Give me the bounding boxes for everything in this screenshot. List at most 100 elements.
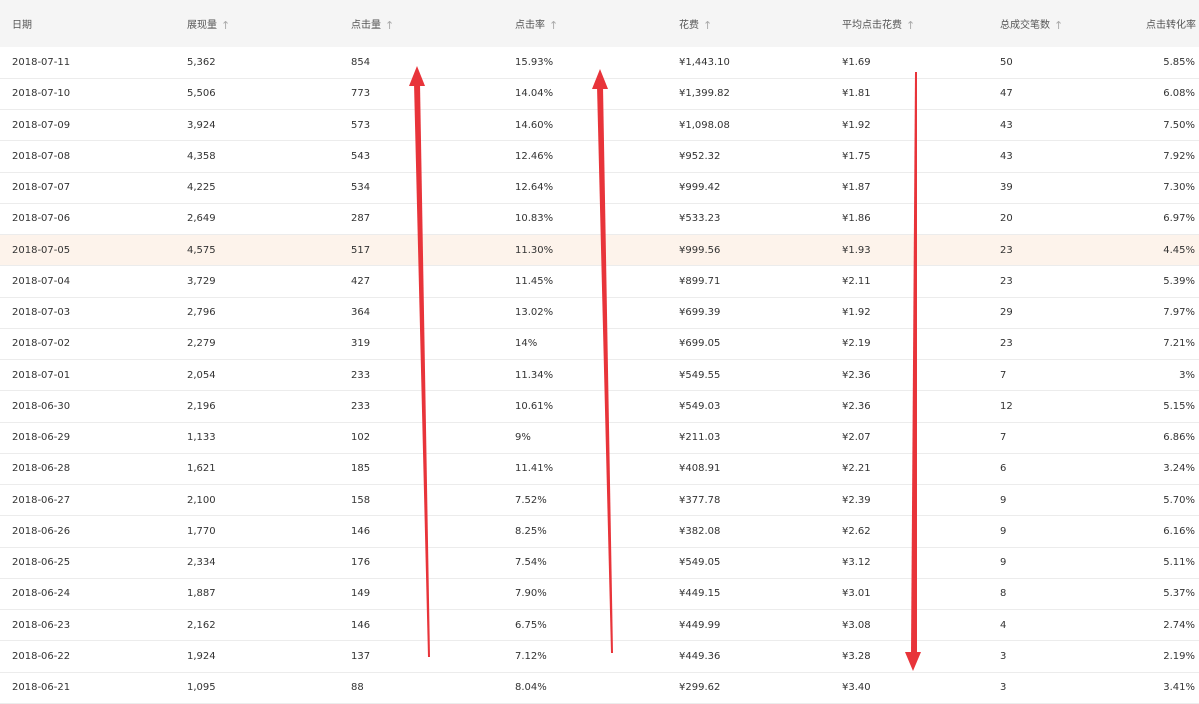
table-row[interactable]: 2018-06-23 2,162 146 6.75% ¥449.99 ¥3.08 4 2.74… (0, 610, 1199, 641)
table-row[interactable]: 2018-06-25 2,334 176 7.54% ¥549.05 ¥3.12 9 5.11… (0, 547, 1199, 579)
table-row[interactable]: 2018-07-07 4,225 534 12.64% ¥999.42 ¥1.87 39 7.… (0, 172, 1199, 204)
table-row[interactable]: 2018-06-24 1,887 149 7.90% ¥449.15 ¥3.01 8 5.37… (0, 578, 1199, 610)
table-cell: 29 (1000, 307, 1013, 319)
table-cell: 4,225 (187, 182, 216, 194)
table-cell: ¥952.32 (679, 150, 721, 162)
table-row[interactable]: 2018-07-03 2,796 364 13.02% ¥699.39 ¥1.92 29 7.… (0, 297, 1199, 329)
table-cell: 149 (351, 588, 371, 600)
column-header-label: 花费 (679, 19, 699, 31)
table-cell: 7 (1000, 369, 1007, 381)
column-header-4[interactable]: 花费 ↑ (667, 0, 830, 47)
table-header: 日期 展现量 ↑ 点击量 ↑ 点击率 ↑ 花费 ↑ 平均点击花费 ↑ 总成交笔数 ↑ 点击转化率 (0, 0, 1199, 47)
table-row[interactable]: 2018-07-10 5,506 773 14.04% ¥1,399.82 ¥1.81 47… (0, 78, 1199, 110)
column-header-label: 点击量 (351, 19, 381, 31)
table-cell: 6 (1000, 463, 1007, 475)
table-cell: 534 (351, 182, 371, 194)
table-cell: 1,621 (187, 463, 216, 475)
table-cell: 5.11% (1163, 557, 1195, 569)
table-cell: ¥3.12 (842, 557, 871, 569)
table-cell: 2018-07-08 (12, 150, 71, 162)
column-header-1[interactable]: 展现量 ↑ (175, 0, 339, 47)
table-row[interactable]: 2018-06-21 1,095 88 8.04% ¥299.62 ¥3.40 3 3.41% (0, 672, 1199, 704)
table-row[interactable]: 2018-06-29 1,133 102 9% ¥211.03 ¥2.07 7 6.86% (0, 422, 1199, 454)
table-cell: ¥1.87 (842, 182, 871, 194)
column-header-2[interactable]: 点击量 ↑ (339, 0, 503, 47)
table-cell: 2018-07-11 (12, 56, 71, 68)
table-cell: 2018-06-29 (12, 432, 71, 444)
sort-arrow-up-icon[interactable]: ↑ (1054, 19, 1063, 32)
table-cell: 517 (351, 244, 371, 256)
table-row[interactable]: 2018-07-01 2,054 233 11.34% ¥549.55 ¥2.36 7 3% (0, 360, 1199, 391)
column-header-3[interactable]: 点击率 ↑ (503, 0, 667, 47)
table-cell: 854 (351, 56, 371, 68)
table-cell: 1,770 (187, 525, 216, 537)
table-cell: ¥549.55 (679, 369, 721, 381)
column-header-0: 日期 (0, 0, 175, 47)
column-header-label: 展现量 (187, 19, 217, 31)
table-row[interactable]: 2018-06-30 2,196 233 10.61% ¥549.03 ¥2.36 12 5.… (0, 391, 1199, 422)
table-cell: 20 (1000, 213, 1013, 225)
table-cell: 2,100 (187, 494, 216, 506)
table-row[interactable]: 2018-07-06 2,649 287 10.83% ¥533.23 ¥1.86 20 6.… (0, 203, 1199, 235)
table-cell: 2018-07-07 (12, 182, 71, 194)
column-header-label: 点击率 (515, 19, 545, 31)
table-cell: 2018-06-21 (12, 682, 71, 694)
table-cell: ¥2.39 (842, 494, 871, 506)
table-cell: ¥211.03 (679, 432, 721, 444)
table-cell: 573 (351, 119, 371, 131)
sort-arrow-up-icon[interactable]: ↑ (703, 19, 712, 32)
table-cell: 233 (351, 400, 371, 412)
column-header-label: 日期 (12, 20, 32, 31)
table-row[interactable]: 2018-07-02 2,279 319 14% ¥699.05 ¥2.19 23 7.21% (0, 328, 1199, 360)
table-row[interactable]: 2018-06-27 2,100 158 7.52% ¥377.78 ¥2.39 9 5.70… (0, 485, 1199, 516)
table-row[interactable]: 2018-06-22 1,924 137 7.12% ¥449.36 ¥3.28 3 2.19… (0, 641, 1199, 672)
column-header-5[interactable]: 平均点击花费 ↑ (830, 0, 988, 47)
table-cell: 8.25% (515, 525, 547, 537)
sort-arrow-up-icon[interactable]: ↑ (549, 19, 558, 32)
table-cell: ¥699.05 (679, 338, 721, 350)
table-cell: 23 (1000, 244, 1013, 256)
table-cell: 2018-06-28 (12, 463, 71, 475)
table-cell: 13.02% (515, 307, 554, 319)
sort-arrow-up-icon[interactable]: ↑ (385, 19, 394, 32)
table-row[interactable]: 2018-07-08 4,358 543 12.46% ¥952.32 ¥1.75 43 7.… (0, 141, 1199, 172)
table-cell: 9 (1000, 557, 1007, 569)
table-cell: 137 (351, 650, 371, 662)
table-cell: 14.04% (515, 88, 554, 100)
table-cell: 7.30% (1163, 182, 1195, 194)
sort-arrow-up-icon[interactable]: ↑ (906, 19, 915, 32)
table-cell: 14% (515, 338, 538, 350)
table-cell: ¥1.92 (842, 119, 871, 131)
table-cell: ¥1,399.82 (679, 88, 730, 100)
table-cell: ¥449.36 (679, 650, 721, 662)
table-row[interactable]: 2018-07-11 5,362 854 15.93% ¥1,443.10 ¥1.69 50… (0, 47, 1199, 79)
table-row[interactable]: 2018-06-28 1,621 185 11.41% ¥408.91 ¥2.21 6 3.2… (0, 453, 1199, 485)
table-cell: 11.30% (515, 244, 554, 256)
table-cell: ¥999.42 (679, 182, 721, 194)
table-cell: ¥549.05 (679, 557, 721, 569)
column-header-6[interactable]: 总成交笔数 ↑ (988, 0, 1146, 47)
table-cell: ¥3.28 (842, 650, 871, 662)
table-cell: 5.15% (1163, 400, 1195, 412)
table-cell: 2018-07-06 (12, 213, 71, 225)
table-row[interactable]: 2018-07-04 3,729 427 11.45% ¥899.71 ¥2.11 23 5.… (0, 266, 1199, 297)
table-cell: 7.92% (1163, 150, 1195, 162)
table-cell: 233 (351, 369, 371, 381)
table-row[interactable]: 2018-06-26 1,770 146 8.25% ¥382.08 ¥2.62 9 6.16… (0, 516, 1199, 547)
table-cell: ¥549.03 (679, 400, 721, 412)
table-cell: 23 (1000, 338, 1013, 350)
table-cell: ¥449.99 (679, 619, 721, 631)
table-cell: 5.39% (1163, 275, 1195, 287)
table-cell: 2,054 (187, 369, 216, 381)
table-cell: 43 (1000, 150, 1013, 162)
header-row: 日期 展现量 ↑ 点击量 ↑ 点击率 ↑ 花费 ↑ 平均点击花费 ↑ 总成交笔数 ↑ 点击转化率 (0, 0, 1199, 47)
table-row[interactable]: 2018-07-09 3,924 573 14.60% ¥1,098.08 ¥1.92 43… (0, 110, 1199, 141)
table-row[interactable]: 2018-07-05 4,575 517 11.30% ¥999.56 ¥1.93 23 4.… (0, 234, 1199, 266)
table-cell: 1,095 (187, 682, 216, 694)
table-cell: 7.21% (1163, 338, 1195, 350)
table-cell: 12.64% (515, 182, 554, 194)
table-cell: 3,924 (187, 119, 216, 131)
table-cell: 6.08% (1163, 88, 1195, 100)
table-cell: 3.41% (1163, 682, 1195, 694)
sort-arrow-up-icon[interactable]: ↑ (221, 19, 230, 32)
